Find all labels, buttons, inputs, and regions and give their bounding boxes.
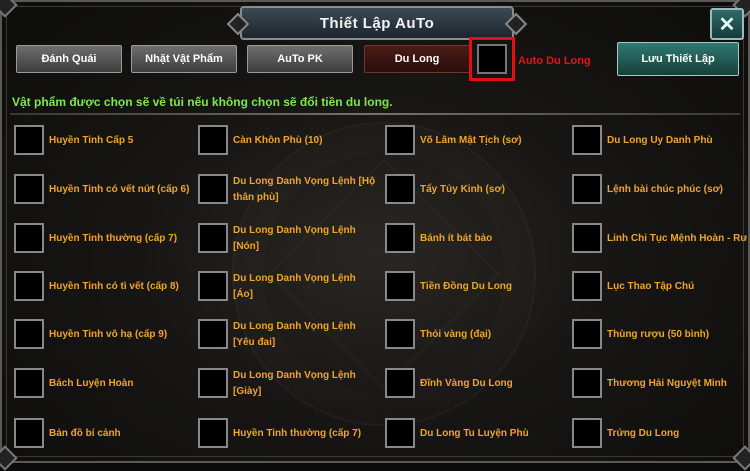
corner-ornament (0, 0, 18, 18)
item-label: Lệnh bài chúc phúc (sơ) (607, 184, 724, 195)
item-label: Du Long Danh Vọng Lệnh [Nón] (233, 225, 356, 252)
checkbox-box[interactable] (14, 368, 44, 398)
item-label: Thương Hải Nguyệt Minh (607, 378, 727, 389)
checkbox-box (477, 44, 507, 74)
item-checkbox-row[interactable]: Tiền Đồng Du Long (385, 271, 565, 305)
item-checkbox-row[interactable]: Bách Luyện Hoàn (14, 368, 194, 402)
auto-du-long-label: Auto Du Long (518, 55, 591, 67)
item-label: Du Long Uy Danh Phù (607, 135, 713, 146)
item-checkbox-row[interactable]: Võ Lâm Mật Tịch (sơ) (385, 125, 565, 159)
checkbox-box[interactable] (572, 125, 602, 155)
checkbox-box[interactable] (198, 368, 228, 398)
checkbox-box[interactable] (14, 174, 44, 204)
checkbox-box[interactable] (385, 418, 415, 448)
checkbox-box[interactable] (198, 271, 228, 301)
item-label: Thỏi vàng (đại) (420, 329, 492, 340)
item-checkbox-row[interactable]: Huyền Tinh vô hạ (cấp 9) (14, 319, 194, 353)
item-label: Lục Thao Tập Chú (607, 281, 695, 292)
item-label: Thùng rượu (50 bình) (607, 329, 710, 340)
checkbox-box[interactable] (198, 174, 228, 204)
divider (10, 113, 740, 115)
item-label: Trứng Du Long (607, 428, 680, 439)
checkbox-box[interactable] (572, 174, 602, 204)
item-label: Du Long Danh Vọng Lệnh [Áo] (233, 273, 356, 300)
item-checkbox-row[interactable]: Du Long Danh Vọng Lệnh [Áo] (198, 271, 378, 305)
item-label: Huyền Tinh có tì vết (cấp 8) (49, 281, 179, 292)
item-checkbox-row[interactable]: Trứng Du Long (572, 418, 750, 452)
checkbox-box[interactable] (572, 418, 602, 448)
tab-auto-pk[interactable]: AuTo PK (247, 45, 353, 73)
item-checkbox-row[interactable]: Huyền Tinh Cấp 5 (14, 125, 194, 159)
item-label: Càn Khôn Phù (10) (233, 135, 323, 146)
item-label: Huyền Tinh vô hạ (cấp 9) (49, 329, 168, 340)
item-checkbox-row[interactable]: Du Long Danh Vọng Lệnh [Yêu đai] (198, 319, 378, 353)
checkbox-box[interactable] (198, 418, 228, 448)
item-label: Linh Chi Tục Mệnh Hoàn - Rương (607, 233, 747, 244)
item-label: Du Long Danh Vọng Lệnh [Giày] (233, 370, 356, 397)
checkbox-box[interactable] (198, 319, 228, 349)
item-checkbox-row[interactable]: Du Long Danh Vọng Lệnh [Hộ thân phù] (198, 174, 378, 208)
checkbox-box[interactable] (572, 368, 602, 398)
checkbox-box[interactable] (572, 271, 602, 301)
checkbox-box[interactable] (14, 125, 44, 155)
notice-text: Vật phẩm được chọn sẽ về túi nếu không c… (12, 95, 393, 109)
item-checkbox-row[interactable]: Huyền Tinh có tì vết (cấp 8) (14, 271, 194, 305)
item-label: Đĩnh Vàng Du Long (420, 378, 513, 389)
checkbox-box[interactable] (385, 319, 415, 349)
item-checkbox-row[interactable]: Lục Thao Tập Chú (572, 271, 750, 305)
auto-du-long-checkbox[interactable] (469, 37, 515, 81)
item-checkbox-row[interactable]: Du Long Danh Vọng Lệnh [Nón] (198, 223, 378, 257)
item-label: Bách Luyện Hoàn (49, 378, 134, 389)
item-checkbox-row[interactable]: Lệnh bài chúc phúc (sơ) (572, 174, 750, 208)
item-checkbox-row[interactable]: Thỏi vàng (đại) (385, 319, 565, 353)
checkbox-box[interactable] (385, 125, 415, 155)
checkbox-box[interactable] (14, 418, 44, 448)
item-label: Võ Lâm Mật Tịch (sơ) (420, 135, 522, 146)
item-checkbox-row[interactable]: Càn Khôn Phù (10) (198, 125, 378, 159)
checkbox-box[interactable] (572, 223, 602, 253)
item-checkbox-row[interactable]: Đĩnh Vàng Du Long (385, 368, 565, 402)
checkbox-box[interactable] (385, 271, 415, 301)
checkbox-box[interactable] (198, 125, 228, 155)
item-checkbox-row[interactable]: Huyền Tinh có vết nứt (cấp 6) (14, 174, 194, 208)
item-label: Du Long Tu Luyện Phù (420, 428, 529, 439)
checkbox-box[interactable] (572, 319, 602, 349)
item-checkbox-row[interactable]: Du Long Danh Vọng Lệnh [Giày] (198, 368, 378, 402)
item-label: Huyền Tinh thường (cấp 7) (49, 233, 178, 244)
item-checkbox-row[interactable]: Huyền Tinh thường (cấp 7) (14, 223, 194, 257)
save-settings-button[interactable]: Lưu Thiết Lập (617, 42, 739, 76)
item-checkbox-row[interactable]: Thùng rượu (50 bình) (572, 319, 750, 353)
item-label: Du Long Danh Vọng Lệnh [Yêu đai] (233, 321, 356, 348)
checkbox-box[interactable] (14, 223, 44, 253)
checkbox-box[interactable] (14, 319, 44, 349)
tab-du-long[interactable]: Du Long (364, 45, 470, 73)
item-checkbox-row[interactable]: Tẩy Tủy Kinh (sơ) (385, 174, 565, 208)
item-label: Tẩy Tủy Kinh (sơ) (420, 184, 505, 195)
checkbox-box[interactable] (385, 223, 415, 253)
item-label: Huyền Tinh có vết nứt (cấp 6) (49, 184, 190, 195)
item-checkbox-row[interactable]: Bánh ít bát bảo (385, 223, 565, 257)
tab-danh-quai[interactable]: Đánh Quái (16, 45, 122, 73)
item-label: Huyền Tinh thường (cấp 7) (233, 428, 362, 439)
checkbox-box[interactable] (385, 368, 415, 398)
item-label: Bản đồ bí cảnh (49, 428, 121, 439)
item-label: Huyền Tinh Cấp 5 (49, 135, 134, 146)
checkbox-box[interactable] (385, 174, 415, 204)
item-checkbox-row[interactable]: Bản đồ bí cảnh (14, 418, 194, 452)
item-label: Tiền Đồng Du Long (420, 281, 513, 292)
close-icon[interactable]: ✕ (710, 8, 744, 40)
item-checkbox-row[interactable]: Du Long Tu Luyện Phù (385, 418, 565, 452)
checkbox-box[interactable] (198, 223, 228, 253)
item-label: Bánh ít bát bảo (420, 233, 493, 244)
item-checkbox-row[interactable]: Du Long Uy Danh Phù (572, 125, 750, 159)
checkbox-box[interactable] (14, 271, 44, 301)
item-checkbox-row[interactable]: Thương Hải Nguyệt Minh (572, 368, 750, 402)
item-checkbox-row[interactable]: Linh Chi Tục Mệnh Hoàn - Rương (572, 223, 750, 257)
tab-nhat-vat-pham[interactable]: Nhặt Vật Phẩm (131, 45, 237, 73)
window-title: Thiết Lập AuTo (240, 6, 514, 40)
item-label: Du Long Danh Vọng Lệnh [Hộ thân phù] (233, 176, 376, 203)
item-checkbox-row[interactable]: Huyền Tinh thường (cấp 7) (198, 418, 378, 452)
